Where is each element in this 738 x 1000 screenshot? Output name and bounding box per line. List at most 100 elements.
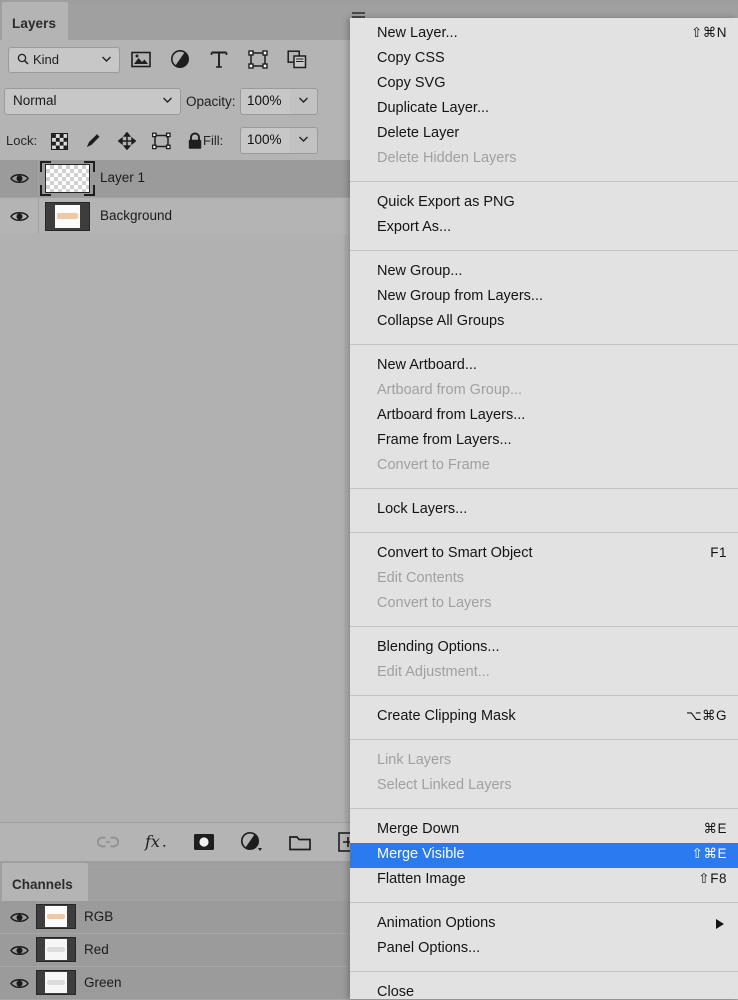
menu-item[interactable]: Create Clipping Mask ⌥⌘G (350, 705, 738, 730)
menu-item-shortcut: ⇧⌘E (691, 846, 727, 861)
menu-item[interactable]: Blending Options... (350, 636, 738, 661)
eye-icon (9, 210, 29, 223)
menu-separator (350, 971, 738, 972)
pixel-layer-filter-icon[interactable] (130, 48, 152, 70)
menu-group: New Group... New Group from Layers... Coll… (350, 256, 738, 339)
menu-item[interactable]: Artboard from Layers... (350, 404, 738, 429)
channel-visibility-toggle[interactable] (0, 901, 39, 933)
filter-kind-select[interactable]: Kind (8, 47, 120, 73)
shape-layer-filter-icon[interactable] (247, 48, 269, 70)
submenu-arrow-icon (716, 919, 724, 929)
blend-mode-select[interactable]: Normal (4, 88, 181, 115)
menu-item[interactable]: Animation Options (350, 912, 738, 937)
menu-item[interactable]: Frame from Layers... (350, 429, 738, 454)
link-layers-icon[interactable] (96, 830, 120, 854)
menu-item-label: Collapse All Groups (377, 313, 505, 329)
tab-channels[interactable]: Channels (2, 863, 88, 901)
layer-visibility-toggle[interactable] (0, 198, 39, 235)
menu-group: Create Clipping Mask ⌥⌘G (350, 701, 738, 734)
channel-thumbnail[interactable] (36, 937, 76, 962)
menu-item[interactable]: New Artboard... (350, 354, 738, 379)
menu-item-label: Edit Adjustment... (377, 664, 490, 680)
layer-name[interactable]: Background (100, 208, 172, 223)
menu-item[interactable]: New Layer... ⇧⌘N (350, 22, 738, 47)
menu-item-label: Convert to Smart Object (377, 545, 533, 561)
menu-item-label: Lock Layers... (377, 501, 468, 517)
menu-item[interactable]: Copy CSS (350, 47, 738, 72)
menu-group: Convert to Smart Object F1 Edit Contents Co… (350, 538, 738, 621)
opacity-value: 100% (247, 93, 282, 108)
layer-thumbnail[interactable] (45, 202, 90, 231)
fill-value: 100% (247, 132, 282, 147)
menu-item-label: Export As... (377, 219, 452, 235)
new-group-icon[interactable] (288, 830, 312, 854)
menu-item[interactable]: New Group... (350, 260, 738, 285)
layer-thumbnail[interactable] (45, 164, 90, 193)
menu-item[interactable]: New Group from Layers... (350, 285, 738, 310)
eye-icon (9, 944, 29, 957)
menu-item-label: Artboard from Layers... (377, 407, 526, 423)
opacity-dropdown-button[interactable] (290, 88, 318, 115)
chevron-down-icon (162, 96, 173, 104)
menu-item-shortcut: ⌘E (703, 821, 727, 836)
menu-item[interactable]: Flatten Image ⇧F8 (350, 868, 738, 893)
lock-transparent-pixels-icon[interactable] (48, 130, 70, 152)
menu-group: Animation Options Panel Options... (350, 908, 738, 966)
menu-separator (350, 250, 738, 251)
menu-item[interactable]: Duplicate Layer... (350, 97, 738, 122)
menu-item-label: New Group from Layers... (377, 288, 543, 304)
menu-item-label: Copy SVG (377, 75, 446, 91)
svg-text:fx: fx (144, 832, 160, 851)
menu-item: Edit Adjustment... (350, 661, 738, 686)
adjustment-layer-filter-icon[interactable] (169, 48, 191, 70)
channel-name: Green (84, 975, 122, 990)
menu-item[interactable]: Quick Export as PNG (350, 191, 738, 216)
menu-item-label: Artboard from Group... (377, 382, 523, 398)
menu-item[interactable]: Export As... (350, 216, 738, 241)
type-layer-filter-icon[interactable] (208, 48, 230, 70)
menu-item-label: Convert to Frame (377, 457, 490, 473)
menu-item: Link Layers (350, 749, 738, 774)
menu-item[interactable]: Lock Layers... (350, 498, 738, 523)
menu-item[interactable]: Convert to Smart Object F1 (350, 542, 738, 567)
menu-item-label: New Group... (377, 263, 463, 279)
fill-label: Fill: (203, 133, 224, 148)
menu-item[interactable]: Merge Visible ⇧⌘E (350, 843, 738, 868)
menu-item-label: Close (377, 984, 415, 999)
menu-item[interactable]: Collapse All Groups (350, 310, 738, 335)
menu-separator (350, 808, 738, 809)
eye-icon (9, 911, 29, 924)
menu-item-label: Panel Options... (377, 940, 481, 956)
opacity-input[interactable]: 100% (240, 88, 292, 115)
layer-style-fx-icon[interactable]: fx (144, 830, 168, 854)
tab-layers[interactable]: Layers (2, 2, 68, 40)
menu-item-label: Blending Options... (377, 639, 500, 655)
menu-item-label: Duplicate Layer... (377, 100, 490, 116)
menu-item-label: Link Layers (377, 752, 452, 768)
menu-item-shortcut: ⇧⌘N (690, 25, 727, 40)
menu-item[interactable]: Delete Layer (350, 122, 738, 147)
new-adjustment-layer-icon[interactable] (240, 830, 264, 854)
menu-item[interactable]: Close (350, 981, 738, 999)
menu-item[interactable]: Copy SVG (350, 72, 738, 97)
layer-visibility-toggle[interactable] (0, 160, 39, 197)
lock-position-icon[interactable] (116, 130, 138, 152)
lock-artboard-nesting-icon[interactable] (150, 130, 172, 152)
menu-item[interactable]: Merge Down ⌘E (350, 818, 738, 843)
menu-item-label: Copy CSS (377, 50, 445, 66)
fill-input[interactable]: 100% (240, 127, 292, 154)
chevron-down-icon (101, 55, 112, 63)
smart-object-filter-icon[interactable] (286, 48, 308, 70)
channel-thumbnail[interactable] (36, 904, 76, 929)
add-layer-mask-icon[interactable] (192, 830, 216, 854)
channel-thumbnail[interactable] (36, 970, 76, 995)
layer-name[interactable]: Layer 1 (100, 170, 145, 185)
lock-image-pixels-icon[interactable] (82, 130, 104, 152)
menu-item: Convert to Layers (350, 592, 738, 617)
channel-visibility-toggle[interactable] (0, 967, 39, 999)
menu-item[interactable]: Panel Options... (350, 937, 738, 962)
menu-item-label: Merge Down (377, 821, 460, 837)
fill-dropdown-button[interactable] (290, 127, 318, 154)
menu-item-label: Merge Visible (377, 846, 465, 862)
channel-visibility-toggle[interactable] (0, 934, 39, 966)
